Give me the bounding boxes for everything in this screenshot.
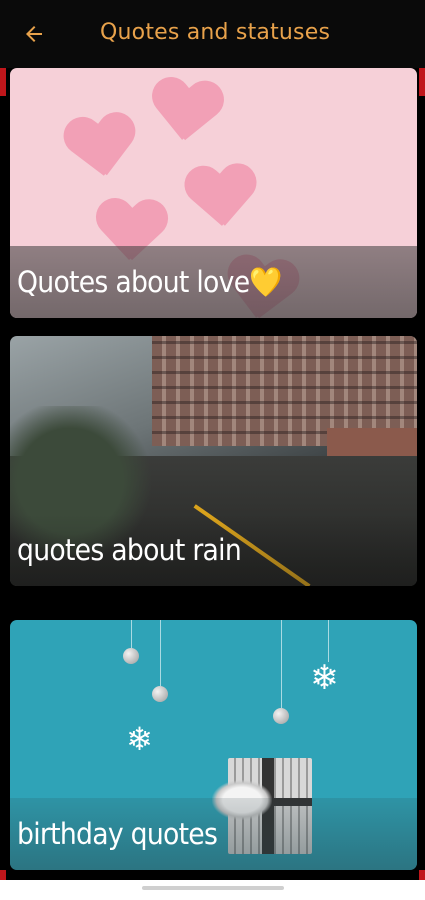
category-card-rain[interactable]: quotes about rain bbox=[10, 336, 417, 586]
arrow-back-icon bbox=[26, 26, 42, 42]
category-card-love[interactable]: Quotes about love💛 bbox=[10, 68, 417, 318]
category-card-birthday[interactable]: ❄ ❄ birthday quotes bbox=[10, 620, 417, 870]
card-label: quotes about rain bbox=[17, 533, 242, 567]
home-gesture-handle[interactable] bbox=[142, 886, 284, 890]
app-bar: Quotes and statuses bbox=[0, 0, 425, 68]
edge-accent-left-bottom bbox=[0, 870, 6, 880]
quote-category-list[interactable]: Quotes about love💛 quotes about rain ❄ ❄ bbox=[0, 68, 425, 880]
edge-accent-right-bottom bbox=[419, 870, 425, 880]
edge-accent-left bbox=[0, 68, 6, 96]
back-button[interactable] bbox=[18, 18, 50, 50]
edge-accent-right bbox=[419, 68, 425, 96]
card-label: birthday quotes bbox=[17, 817, 218, 851]
card-label: Quotes about love💛 bbox=[17, 264, 283, 299]
system-nav-bar bbox=[0, 880, 425, 900]
page-title: Quotes and statuses bbox=[100, 20, 331, 45]
card-caption: birthday quotes bbox=[10, 798, 417, 870]
card-caption: Quotes about love💛 bbox=[10, 246, 417, 318]
card-caption: quotes about rain bbox=[10, 514, 417, 586]
